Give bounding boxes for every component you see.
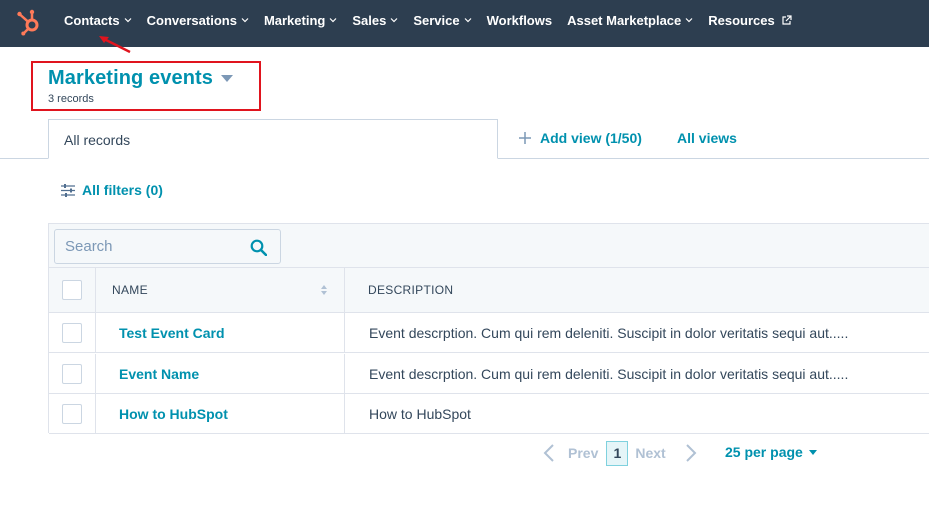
table-row: How to HubSpot How to HubSpot — [49, 394, 929, 434]
nav-workflows-label: Workflows — [486, 12, 553, 28]
record-description: How to HubSpot — [369, 405, 471, 422]
next-page-button[interactable]: Next — [635, 445, 665, 461]
all-views-link[interactable]: All views — [677, 130, 737, 146]
row-checkbox[interactable] — [62, 322, 82, 343]
nav-conversations-label: Conversations — [146, 12, 237, 28]
per-page-label: 25 per page — [725, 444, 803, 460]
record-count: 3 records — [48, 93, 94, 105]
current-page-number[interactable]: 1 — [606, 440, 629, 466]
plus-icon — [519, 132, 531, 144]
nav-conversations[interactable]: Conversations — [147, 13, 249, 28]
nav-contacts[interactable]: Contacts — [64, 13, 132, 28]
chevron-down-icon — [241, 18, 249, 23]
table-header-row: NAME DESCRIPTION — [49, 268, 929, 313]
table-row: Test Event Card Event descrption. Cum qu… — [49, 313, 929, 353]
prev-page-button[interactable]: Prev — [568, 445, 598, 461]
nav-marketing-label: Marketing — [263, 12, 326, 28]
pagination: Prev 1 Next — [543, 440, 697, 466]
chevron-down-icon — [329, 18, 337, 23]
search-box — [54, 229, 281, 264]
add-view-button[interactable]: Add view (1/50) — [519, 130, 642, 146]
nav-asset-marketplace-label: Asset Marketplace — [567, 12, 682, 28]
nav-contacts-label: Contacts — [64, 12, 120, 28]
row-checkbox[interactable] — [62, 363, 82, 384]
records-table: NAME DESCRIPTION Test Event Card Event d… — [48, 223, 929, 434]
nav-marketing[interactable]: Marketing — [264, 13, 337, 28]
all-filters-label: All filters (0) — [82, 182, 163, 198]
chevron-down-icon — [390, 18, 398, 23]
external-link-icon — [782, 14, 792, 25]
column-header-name[interactable]: NAME — [96, 268, 345, 312]
caret-down-icon — [808, 449, 817, 455]
row-checkbox-cell — [49, 394, 96, 433]
filter-sliders-icon — [61, 183, 75, 197]
add-view-label: Add view (1/50) — [540, 130, 642, 146]
select-all-cell — [49, 268, 96, 312]
record-description: Event descrption. Cum qui rem deleniti. … — [369, 365, 849, 382]
chevron-down-icon — [685, 18, 693, 23]
nav-asset-marketplace[interactable]: Asset Marketplace — [567, 13, 693, 28]
nav-service[interactable]: Service — [413, 12, 472, 28]
row-checkbox-cell — [49, 313, 96, 352]
table-toolbar — [49, 224, 929, 268]
caret-down-icon — [221, 74, 233, 82]
record-description: Event descrption. Cum qui rem deleniti. … — [369, 324, 849, 341]
tab-all-records[interactable]: All records — [48, 119, 498, 159]
annotation-arrow-icon — [99, 36, 131, 54]
record-name-link[interactable]: Test Event Card — [96, 313, 345, 352]
chevron-right-icon[interactable] — [685, 444, 697, 462]
nav-resources[interactable]: Resources — [708, 12, 792, 28]
page-title-text: Marketing events — [48, 67, 213, 89]
sort-icon[interactable] — [320, 282, 328, 298]
nav-sales[interactable]: Sales — [352, 13, 398, 28]
search-input[interactable] — [55, 230, 235, 263]
main-menu: Contacts Conversations Marketing Sales S… — [64, 0, 807, 40]
top-navigation-bar: Contacts Conversations Marketing Sales S… — [0, 0, 929, 47]
nav-service-label: Service — [413, 12, 460, 28]
row-checkbox[interactable] — [62, 403, 82, 424]
all-filters-button[interactable]: All filters (0) — [61, 182, 163, 198]
row-checkbox-cell — [49, 354, 96, 393]
nav-sales-label: Sales — [352, 12, 387, 28]
column-header-description[interactable]: DESCRIPTION — [345, 268, 929, 312]
record-name-link[interactable]: Event Name — [96, 354, 345, 393]
select-all-checkbox[interactable] — [62, 280, 82, 300]
per-page-dropdown[interactable]: 25 per page — [725, 444, 817, 460]
hubspot-logo-icon[interactable] — [15, 8, 43, 36]
search-icon[interactable] — [250, 239, 267, 256]
column-header-name-label: NAME — [112, 283, 148, 297]
record-name-link[interactable]: How to HubSpot — [96, 394, 345, 433]
chevron-down-icon — [124, 18, 132, 23]
nav-resources-label: Resources — [708, 12, 775, 28]
chevron-down-icon — [464, 18, 472, 23]
chevron-left-icon[interactable] — [543, 444, 555, 462]
table-row: Event Name Event descrption. Cum qui rem… — [49, 354, 929, 394]
page-title[interactable]: Marketing events — [48, 67, 233, 90]
nav-workflows[interactable]: Workflows — [487, 13, 553, 28]
